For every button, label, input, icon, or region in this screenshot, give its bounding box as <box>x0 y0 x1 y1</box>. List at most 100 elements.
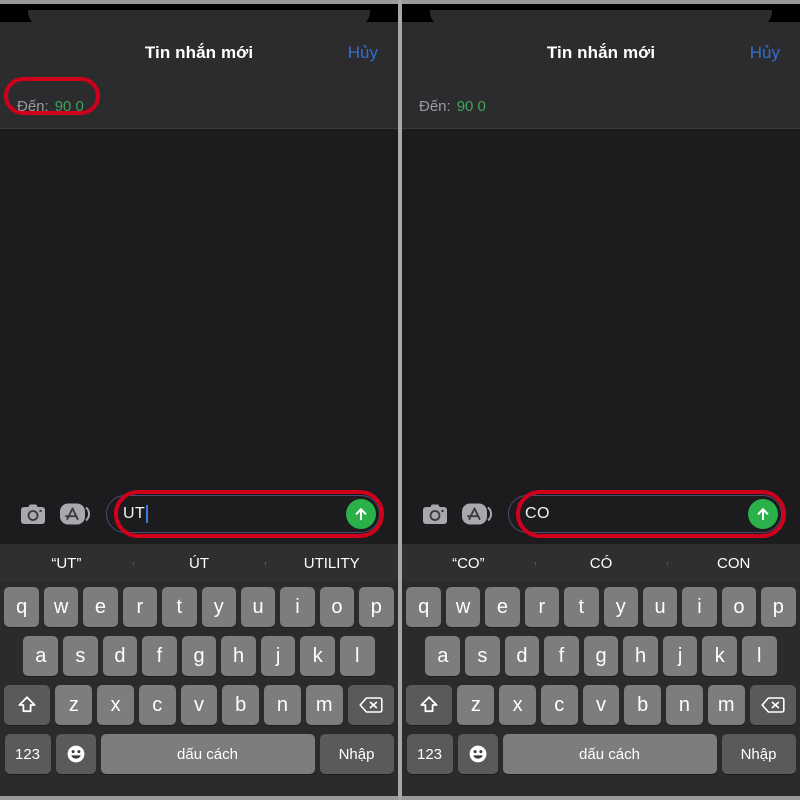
message-canvas <box>402 129 800 484</box>
recipient-value: 90 0 <box>54 97 84 115</box>
key-w[interactable]: w <box>445 587 481 627</box>
key-l[interactable]: l <box>741 636 777 676</box>
status-bar-left <box>0 0 398 26</box>
key-i[interactable]: i <box>682 587 717 627</box>
key-t[interactable]: t <box>564 587 599 627</box>
key-e[interactable]: e <box>83 587 118 627</box>
key-s[interactable]: s <box>465 636 500 676</box>
numeric-key[interactable]: 123 <box>4 734 51 774</box>
shift-icon[interactable] <box>406 685 453 725</box>
key-m[interactable]: m <box>305 685 343 725</box>
emoji-icon[interactable] <box>55 734 96 774</box>
key-n[interactable]: n <box>666 685 703 725</box>
message-input[interactable]: CO <box>508 495 782 533</box>
key-c[interactable]: c <box>540 685 578 725</box>
prediction-1[interactable]: ÚT <box>132 555 266 572</box>
key-h[interactable]: h <box>623 636 658 676</box>
key-r[interactable]: r <box>524 587 560 627</box>
prediction-1[interactable]: CÓ <box>534 555 668 572</box>
delete-icon[interactable] <box>347 685 394 725</box>
delete-icon[interactable] <box>749 685 796 725</box>
key-m[interactable]: m <box>707 685 745 725</box>
prediction-2[interactable]: UTILITY <box>265 555 398 572</box>
recipient-row[interactable]: Đến: 90 0 <box>0 77 398 129</box>
app-store-icon[interactable] <box>460 497 494 531</box>
key-u[interactable]: u <box>240 587 276 627</box>
nav-bar-right: Tin nhắn mới Hủy <box>402 22 800 84</box>
keyboard-row-3: z x c v b n m <box>0 685 398 725</box>
home-indicator-area <box>402 796 800 800</box>
shift-icon[interactable] <box>4 685 51 725</box>
cancel-button[interactable]: Hủy <box>750 43 780 63</box>
enter-key[interactable]: Nhập <box>319 734 394 774</box>
key-b[interactable]: b <box>222 685 260 725</box>
message-input[interactable]: UT <box>106 495 380 533</box>
key-v[interactable]: v <box>180 685 218 725</box>
key-z[interactable]: z <box>55 685 93 725</box>
key-q[interactable]: q <box>406 587 441 627</box>
key-w[interactable]: w <box>43 587 79 627</box>
prediction-bar-right: “CO” CÓ CON <box>402 544 800 582</box>
prediction-2[interactable]: CON <box>667 555 800 572</box>
prediction-bar-left: “UT” ÚT UTILITY <box>0 544 398 582</box>
key-b[interactable]: b <box>624 685 662 725</box>
key-t[interactable]: t <box>162 587 197 627</box>
app-store-icon[interactable] <box>58 497 92 531</box>
composer-bar-right: CO <box>402 484 800 544</box>
key-q[interactable]: q <box>4 587 39 627</box>
recipient-row[interactable]: Đến: 90 0 <box>402 84 800 129</box>
send-button[interactable] <box>346 499 376 529</box>
key-f[interactable]: f <box>142 636 177 676</box>
camera-icon[interactable] <box>16 497 50 531</box>
page-title: Tin nhắn mới <box>144 43 254 62</box>
phone-screen-right: Tin nhắn mới Hủy Đến: 90 0 CO “CO” CÓ CO… <box>402 0 800 800</box>
key-d[interactable]: d <box>504 636 540 676</box>
key-p[interactable]: p <box>359 587 394 627</box>
message-input-wrapper[interactable]: CO <box>508 495 782 533</box>
key-s[interactable]: s <box>63 636 98 676</box>
key-o[interactable]: o <box>721 587 757 627</box>
message-input-wrapper[interactable]: UT <box>106 495 380 533</box>
key-x[interactable]: x <box>499 685 536 725</box>
key-i[interactable]: i <box>280 587 315 627</box>
notch <box>402 4 800 26</box>
key-f[interactable]: f <box>544 636 579 676</box>
key-p[interactable]: p <box>761 587 796 627</box>
key-o[interactable]: o <box>319 587 355 627</box>
space-key[interactable]: dấu cách <box>100 734 315 774</box>
key-z[interactable]: z <box>457 685 495 725</box>
key-j[interactable]: j <box>260 636 296 676</box>
camera-icon[interactable] <box>418 497 452 531</box>
emoji-icon[interactable] <box>457 734 498 774</box>
space-key[interactable]: dấu cách <box>502 734 717 774</box>
key-h[interactable]: h <box>221 636 256 676</box>
key-a[interactable]: a <box>23 636 59 676</box>
key-c[interactable]: c <box>138 685 176 725</box>
cancel-button[interactable]: Hủy <box>348 43 378 63</box>
key-y[interactable]: y <box>201 587 236 627</box>
send-button[interactable] <box>748 499 778 529</box>
key-u[interactable]: u <box>642 587 678 627</box>
key-g[interactable]: g <box>181 636 217 676</box>
message-input-text: UT <box>123 505 146 522</box>
enter-key[interactable]: Nhập <box>721 734 796 774</box>
prediction-0[interactable]: “UT” <box>0 555 133 572</box>
numeric-key[interactable]: 123 <box>406 734 453 774</box>
key-k[interactable]: k <box>702 636 737 676</box>
keyboard-row-2: a s d f g h j k l <box>402 636 800 676</box>
key-l[interactable]: l <box>339 636 375 676</box>
key-a[interactable]: a <box>425 636 461 676</box>
key-v[interactable]: v <box>582 685 620 725</box>
key-g[interactable]: g <box>583 636 619 676</box>
key-d[interactable]: d <box>102 636 138 676</box>
prediction-0[interactable]: “CO” <box>402 555 535 572</box>
key-j[interactable]: j <box>662 636 698 676</box>
key-k[interactable]: k <box>300 636 335 676</box>
nav-bar-left: Tin nhắn mới Hủy <box>0 22 398 84</box>
key-r[interactable]: r <box>122 587 158 627</box>
key-e[interactable]: e <box>485 587 520 627</box>
key-y[interactable]: y <box>603 587 638 627</box>
keyboard-row-2: a s d f g h j k l <box>0 636 398 676</box>
key-x[interactable]: x <box>97 685 134 725</box>
key-n[interactable]: n <box>264 685 301 725</box>
